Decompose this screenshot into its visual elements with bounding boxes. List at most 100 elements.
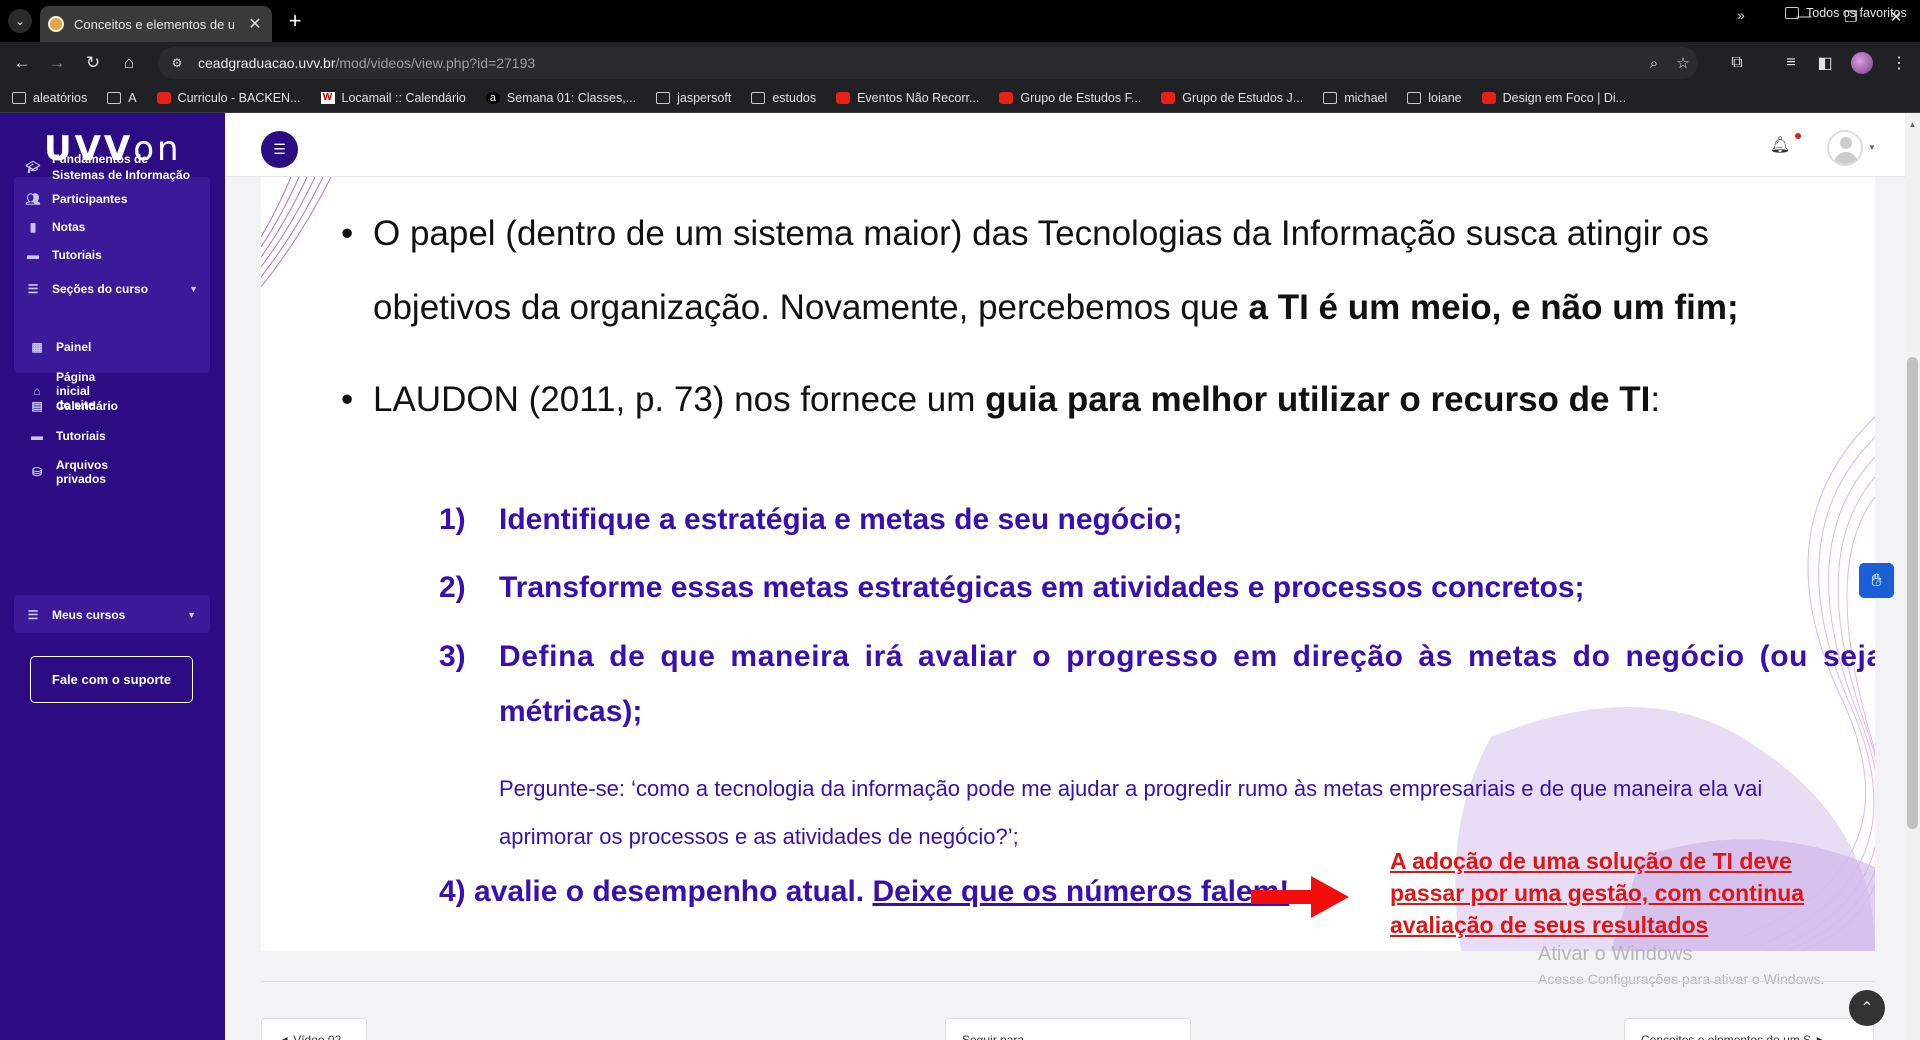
bookmark-item[interactable]: Grupo de Estudos J... — [1161, 91, 1303, 105]
home-icon: ⌂ — [33, 384, 41, 398]
all-bookmarks[interactable]: Todos os favoritos — [1785, 6, 1907, 20]
browser-tab-bar: ⌄ Conceitos e elementos de um S ✕ + — ❐ … — [0, 0, 1920, 42]
url-text[interactable]: ceadgraduacao.uvv.br/mod/videos/view.php… — [198, 55, 535, 71]
avatar-head — [1840, 137, 1852, 149]
reload-icon[interactable]: ↻ — [80, 50, 106, 76]
bookmark-item[interactable]: loiane — [1407, 90, 1462, 105]
scrollbar-thumb[interactable] — [1907, 357, 1918, 829]
step-text: Identifique a estratégia e metas de seu … — [499, 503, 1183, 536]
sidebar-item-my-courses[interactable]: ☰ Meus cursos ▼ — [26, 608, 196, 622]
bookmark-item[interactable]: michael — [1323, 91, 1387, 105]
bookmark-item[interactable]: Design em Foco | Di... — [1481, 90, 1627, 105]
users-icon: 👥︎ — [25, 192, 41, 206]
bullet-2-text-bold: guia para melhor utilizar o recurso de T… — [985, 380, 1651, 419]
chevron-down-icon: ▼ — [187, 610, 196, 620]
more-bookmarks-icon[interactable]: » — [1737, 7, 1745, 23]
zoom-icon[interactable]: ⌕ — [1642, 51, 1666, 75]
site-favicon-icon — [48, 16, 64, 32]
jump-to-select[interactable]: Seguir para... — [945, 1018, 1191, 1040]
step-number: 1) — [439, 503, 466, 536]
back-icon[interactable]: ← — [9, 50, 35, 76]
scroll-up-arrow-icon[interactable]: ▲ — [1905, 120, 1920, 132]
user-avatar[interactable] — [1827, 130, 1863, 166]
sidebar-item-book[interactable]: ▮ Notas — [26, 220, 198, 234]
bookmark-item[interactable]: jaspersoft — [656, 91, 731, 105]
bullet-1-line-1: • O papel (dentro de um sistema maior) da… — [341, 197, 1709, 271]
browser-menu-icon[interactable]: ⋮ — [1886, 50, 1912, 76]
sidebar-item-label: Seções do curso — [52, 282, 149, 296]
bookmark-item[interactable]: Eventos Não Recorr... — [836, 91, 979, 105]
user-menu-chevron-icon[interactable]: ▼ — [1868, 143, 1876, 152]
bookmark-label: A — [128, 90, 137, 105]
sidebar-item-folder[interactable]: ▬ Tutoriais — [26, 248, 198, 262]
sidebar-nav-drive[interactable]: ⛁ Arquivos privados — [30, 458, 108, 486]
sidebar-nav-folder[interactable]: ▬ Tutoriais — [30, 429, 106, 443]
bookmark-item[interactable]: estudos — [751, 91, 816, 105]
sidebar-nav-calendar[interactable]: ▤ Calendário — [30, 399, 118, 413]
media-control-icon[interactable]: ≡ — [1778, 50, 1804, 76]
bookmark-item[interactable]: Grupo de Estudos F... — [999, 91, 1141, 105]
step-text: Transforme essas metas estratégicas em a… — [499, 571, 1585, 604]
step-3-continuation: métricas); — [499, 695, 643, 728]
sidebar-item-list[interactable]: ☰ Seções do curso ▼ — [26, 282, 198, 296]
support-button[interactable]: Fale com o suporte — [30, 656, 193, 703]
sidebar-nav-label: Painel — [56, 340, 92, 354]
drawer-toggle-button[interactable]: ☰ — [261, 131, 298, 168]
folder-icon: ▬ — [31, 429, 43, 443]
back-to-top-button[interactable]: ⌃ — [1849, 990, 1885, 1026]
side-panel-icon[interactable]: ◧ — [1812, 50, 1838, 76]
dashboard-icon: ▦ — [31, 340, 43, 354]
folder-icon — [1323, 91, 1338, 104]
youtube-icon — [1161, 91, 1176, 104]
bookmark-label: Grupo de Estudos J... — [1182, 90, 1304, 105]
forward-icon[interactable]: → — [44, 50, 70, 76]
folder-icon — [751, 91, 766, 104]
youtube-icon — [156, 91, 171, 104]
accessibility-hand-icon[interactable]: ✋︎ — [1859, 563, 1894, 598]
step-4: 4) avalie o desempenho atual. Deixe que … — [439, 875, 1289, 909]
youtube-icon — [1481, 91, 1496, 104]
bullet-2: • LAUDON (2011, p. 73) nos fornece um gui… — [341, 363, 1660, 437]
browser-tab-active[interactable]: Conceitos e elementos de um S ✕ — [40, 6, 272, 42]
home-icon[interactable]: ⌂ — [116, 50, 142, 76]
tab-close-icon[interactable]: ✕ — [246, 14, 264, 34]
address-bar[interactable]: ⚙ ceadgraduacao.uvv.br/mod/videos/view.p… — [158, 47, 1698, 79]
bookmark-item[interactable]: aleatórios — [12, 91, 87, 105]
tab-search-icon[interactable]: ⌄ — [8, 9, 32, 33]
profile-avatar-icon[interactable] — [1851, 52, 1873, 74]
bookmark-star-icon[interactable]: ☆ — [1671, 51, 1695, 75]
url-path: /mod/videos/view.php?id=27193 — [335, 55, 536, 71]
sidebar-item-users[interactable]: 👥︎ Participantes — [25, 192, 198, 206]
bookmark-label: michael — [1344, 90, 1388, 105]
folder-icon — [1785, 7, 1799, 19]
bullet-1-text-bold: a TI é um meio, e não um fim; — [1248, 288, 1739, 327]
extensions-icon[interactable]: ⧉ — [1724, 50, 1750, 76]
step-text: Defina de que maneira irá avaliar o prog… — [499, 640, 1875, 673]
folder-icon — [12, 91, 26, 104]
prev-activity-link[interactable]: ◄ Vídeo 02 — [261, 1018, 367, 1040]
sidebar-nav-dashboard[interactable]: ▦ Painel — [30, 340, 91, 354]
bookmark-item[interactable]: W Locamail :: Calendário — [320, 91, 466, 105]
bookmark-item[interactable]: a Semana 01: Classes,... — [485, 90, 637, 105]
bookmark-label: loiane — [1428, 90, 1462, 105]
bullet-dot: • — [341, 214, 354, 253]
bookmark-label: Design em Foco | Di... — [1502, 90, 1627, 105]
bullet-1-line-2: objetivos da organização. Novamente, per… — [373, 271, 1739, 345]
bookmark-item[interactable]: Curriculo - BACKEN... — [156, 91, 301, 105]
site-info-icon[interactable]: ⚙ — [166, 52, 188, 74]
new-tab-icon[interactable]: + — [282, 8, 308, 34]
sidebar-item-graduation-cap[interactable]: 🎓︎ Fundamentos de Sistemas de Informação — [25, 151, 198, 183]
notification-bell-icon[interactable]: 🔔︎ — [1770, 135, 1790, 155]
bookmark-label: Semana 01: Classes,... — [506, 90, 637, 105]
bookmark-item[interactable]: A — [107, 90, 137, 105]
step-number: 3) — [439, 640, 466, 673]
bookmark-label: Grupo de Estudos F... — [1020, 90, 1142, 105]
notification-badge — [1795, 133, 1801, 139]
folder-icon — [107, 91, 122, 104]
sidebar-item-label: Fundamentos de Sistemas de Informação — [52, 152, 191, 182]
folder-icon — [656, 91, 671, 104]
next-activity-link[interactable]: Conceitos e elementos de um S ► — [1624, 1018, 1874, 1040]
sidebar-item-label: Tutoriais — [52, 248, 102, 262]
bullet-1-text: O papel (dentro de um sistema maior) das… — [373, 214, 1709, 253]
all-bookmarks-label: Todos os favoritos — [1806, 6, 1907, 20]
